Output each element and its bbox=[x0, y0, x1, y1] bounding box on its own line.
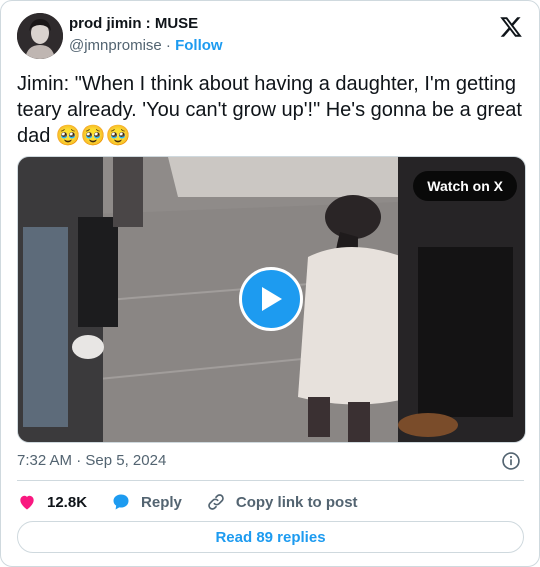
divider bbox=[17, 480, 524, 481]
like-count: 12.8K bbox=[47, 493, 88, 511]
action-bar: 12.8K Reply Copy link to post bbox=[17, 491, 382, 513]
author-handle[interactable]: @jmnpromise bbox=[69, 37, 162, 54]
author-display-name[interactable]: prod jimin : MUSE bbox=[69, 15, 198, 32]
x-logo-icon[interactable] bbox=[499, 15, 523, 39]
avatar[interactable] bbox=[17, 13, 63, 59]
video-player[interactable]: Watch on X bbox=[17, 156, 526, 443]
copy-link-label: Copy link to post bbox=[235, 493, 358, 511]
watch-on-x-button[interactable]: Watch on X bbox=[413, 171, 517, 201]
tweet-date: Sep 5, 2024 bbox=[85, 452, 167, 469]
info-icon[interactable] bbox=[501, 451, 521, 471]
tweet-card: prod jimin : MUSE @jmnpromise · Follow J… bbox=[0, 0, 540, 567]
heart-icon bbox=[20, 495, 34, 510]
link-icon bbox=[208, 494, 224, 510]
meta-separator: · bbox=[76, 452, 82, 469]
copy-link-button[interactable]: Copy link to post bbox=[206, 492, 358, 512]
reply-button[interactable]: Reply bbox=[111, 492, 182, 512]
reply-bubble-icon bbox=[113, 494, 129, 510]
like-button[interactable]: 12.8K bbox=[17, 492, 87, 512]
handle-separator: · bbox=[165, 37, 171, 54]
play-icon bbox=[262, 287, 282, 311]
tweet-time: 7:32 AM bbox=[17, 452, 73, 469]
avatar-image bbox=[17, 13, 63, 59]
tweet-timestamp[interactable]: 7:32 AM · Sep 5, 2024 bbox=[17, 452, 166, 469]
reply-label: Reply bbox=[141, 493, 182, 511]
author-handle-row: @jmnpromise · Follow bbox=[69, 37, 223, 54]
play-button[interactable] bbox=[239, 267, 303, 331]
tweet-text: Jimin: "When I think about having a daug… bbox=[17, 73, 528, 147]
read-replies-button[interactable]: Read 89 replies bbox=[17, 521, 524, 553]
follow-button[interactable]: Follow bbox=[175, 37, 223, 54]
